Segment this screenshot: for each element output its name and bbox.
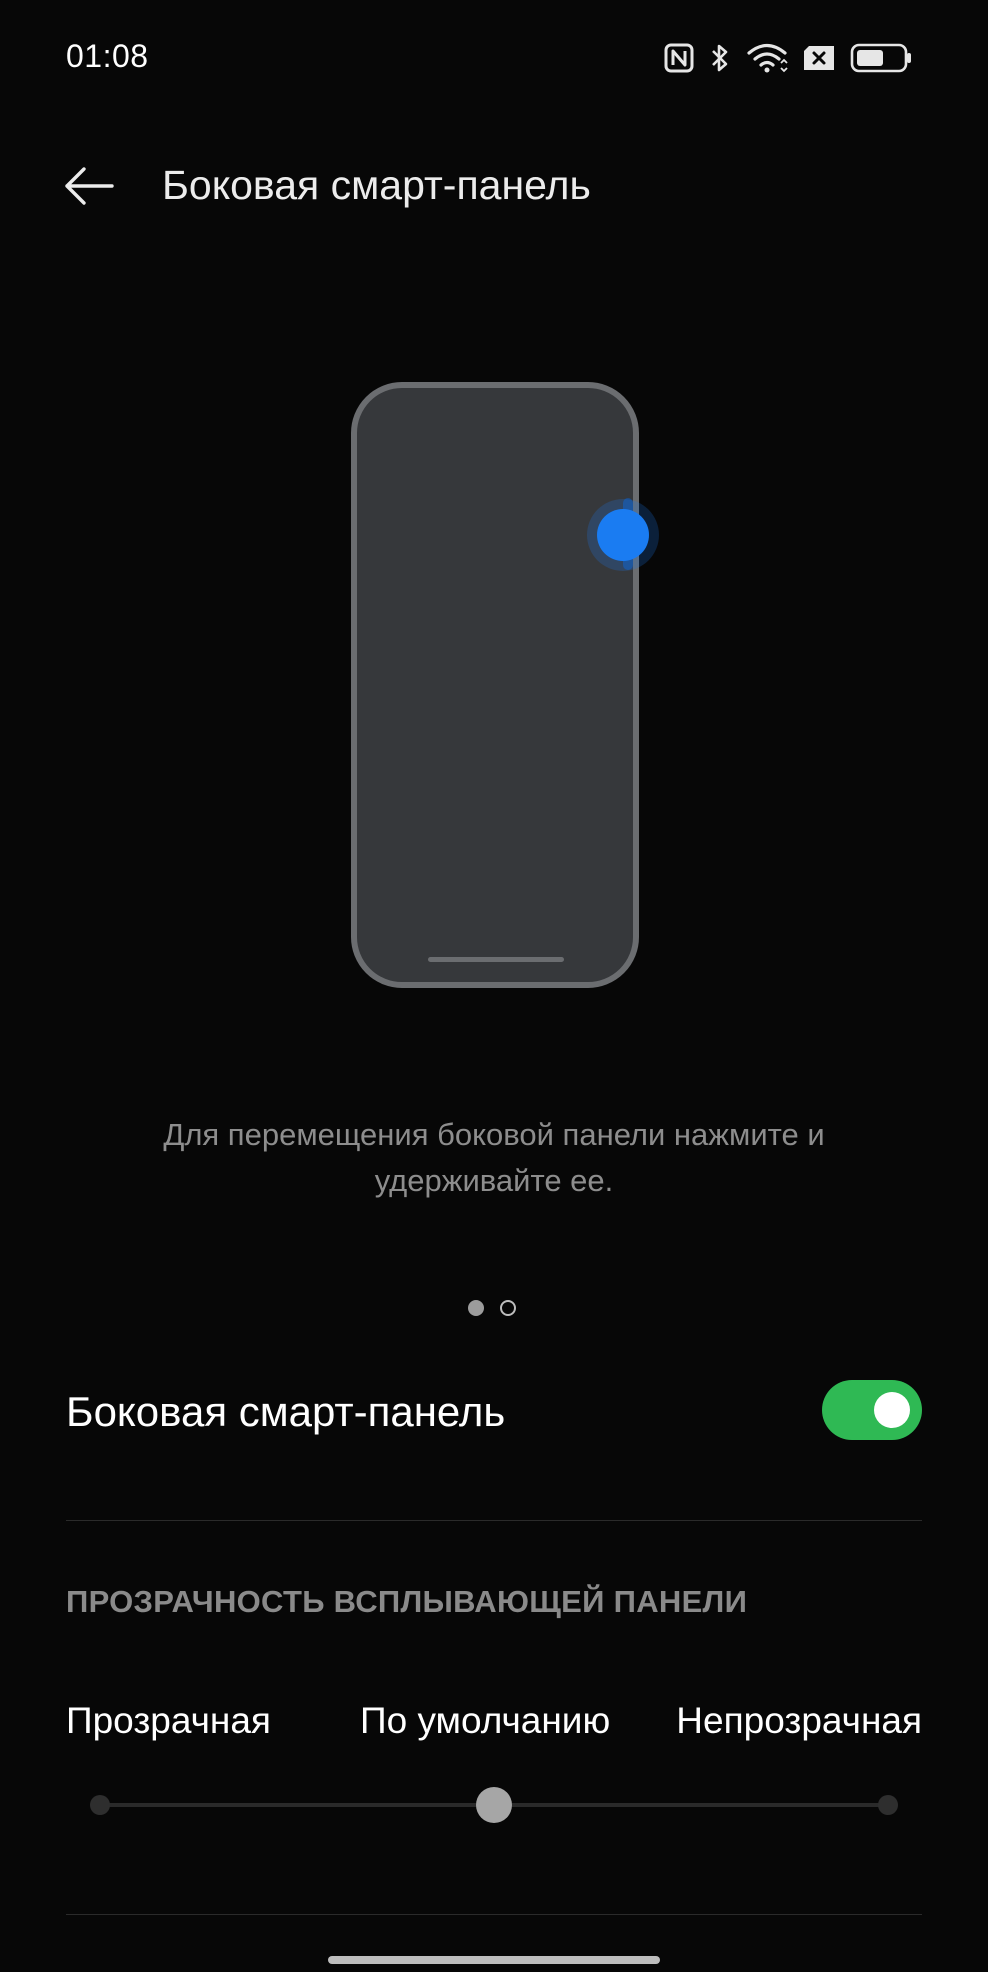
- status-time: 01:08: [66, 38, 149, 74]
- sidebar-bubble: [597, 509, 649, 561]
- slider-stop-transparent: [90, 1795, 110, 1815]
- transparency-level-labels: Прозрачная По умолчанию Непрозрачная: [66, 1700, 922, 1750]
- divider: [66, 1520, 922, 1521]
- wifi-icon: [746, 42, 788, 74]
- transparency-section-header: ПРОЗРАЧНОСТЬ ВСПЛЫВАЮЩЕЙ ПАНЕЛИ: [66, 1584, 748, 1619]
- status-icons: [664, 40, 912, 76]
- slider-stop-opaque: [878, 1795, 898, 1815]
- level-label-transparent[interactable]: Прозрачная: [66, 1700, 271, 1742]
- level-label-default[interactable]: По умолчанию: [360, 1700, 610, 1742]
- transparency-slider[interactable]: [90, 1787, 898, 1823]
- sidebar-illustration: [340, 370, 670, 1000]
- back-button[interactable]: [56, 158, 120, 214]
- divider: [66, 1914, 922, 1915]
- smart-sidebar-row[interactable]: Боковая смарт-панель: [66, 1370, 922, 1454]
- app-bar: Боковая смарт-панель: [0, 140, 988, 232]
- page-dot-1[interactable]: [468, 1300, 484, 1316]
- no-sim-icon: [802, 44, 836, 72]
- slider-thumb[interactable]: [476, 1787, 512, 1823]
- back-arrow-icon: [65, 167, 114, 205]
- toggle-knob: [874, 1392, 910, 1428]
- page-dot-2[interactable]: [500, 1300, 516, 1316]
- page-indicator: [468, 1300, 516, 1316]
- phone-outline: [351, 382, 639, 988]
- smart-sidebar-toggle[interactable]: [822, 1380, 922, 1440]
- status-bar: 01:08: [0, 0, 988, 118]
- level-label-opaque[interactable]: Непрозрачная: [676, 1700, 922, 1742]
- battery-icon: [850, 43, 912, 73]
- bluetooth-icon: [708, 42, 732, 74]
- nfc-icon: [664, 43, 694, 73]
- phone-home-bar: [428, 957, 564, 962]
- smart-sidebar-label: Боковая смарт-панель: [66, 1388, 506, 1435]
- page-title: Боковая смарт-панель: [162, 162, 591, 208]
- hint-text: Для перемещения боковой панели нажмите и…: [163, 1117, 825, 1198]
- gesture-nav-handle[interactable]: [328, 1956, 660, 1964]
